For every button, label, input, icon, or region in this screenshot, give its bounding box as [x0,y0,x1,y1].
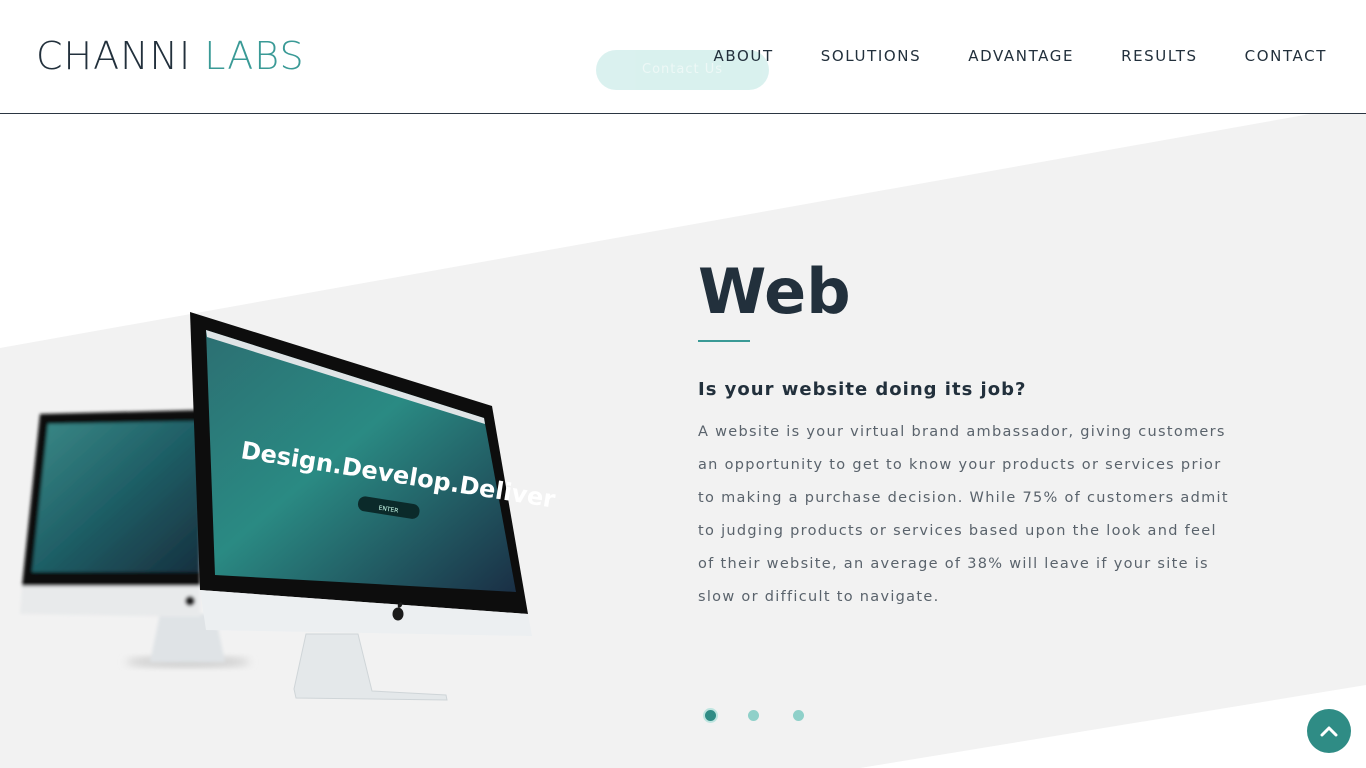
slider-dot-2[interactable] [748,710,759,721]
logo-word-labs: LABS [204,34,305,78]
nav-item-about[interactable]: ABOUT [714,46,774,66]
nav-item-contact[interactable]: CONTACT [1245,46,1327,66]
hero-slider: Design.Develop.Deliver ENTER Web Is your… [0,114,1366,768]
chevron-up-icon [1320,726,1338,737]
front-monitor: Design.Develop.Deliver ENTER [190,312,557,701]
slider-dots [703,708,838,723]
title-underline [698,340,750,342]
nav-item-solutions[interactable]: SOLUTIONS [821,46,921,66]
slide-body-text: A website is your virtual brand ambassad… [698,424,1229,605]
site-logo[interactable]: CHANNI LABS [36,36,305,76]
slide-subtitle: Is your website doing its job? [698,379,1027,400]
nav-item-advantage[interactable]: ADVANTAGE [968,46,1074,66]
slider-dot-1[interactable] [703,708,718,723]
slide-title: Web [698,255,851,328]
slider-dot-3[interactable] [793,710,804,721]
back-to-top-button[interactable] [1307,709,1351,753]
logo-word-channi: CHANNI [36,34,192,78]
main-nav: ABOUT SOLUTIONS ADVANTAGE RESULTS CONTAC… [667,46,1327,66]
imac-illustration: Design.Develop.Deliver ENTER [20,312,557,701]
site-header: CHANNI LABS Contact Us ABOUT SOLUTIONS A… [0,0,1366,114]
nav-item-results[interactable]: RESULTS [1121,46,1198,66]
